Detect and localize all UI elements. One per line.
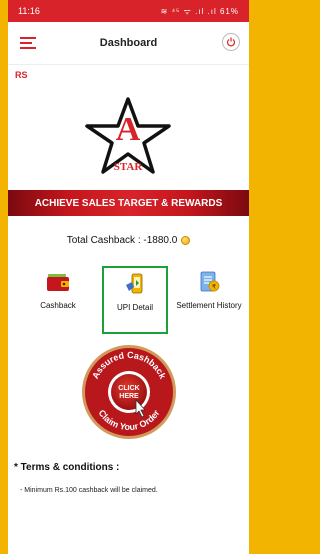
phone-screen: 11:16 ≋ ⁴⁵ ᯤ .ıl .ıl 61% Dashboard RS A … <box>8 0 249 554</box>
app-bar: Dashboard <box>8 22 249 65</box>
battery-level: 61% <box>219 6 239 16</box>
cta-center-line2: HERE <box>119 393 139 400</box>
achieve-banner: ACHIEVE SALES TARGET & REWARDS <box>8 190 249 216</box>
page-title: Dashboard <box>99 37 158 49</box>
svg-text:A: A <box>116 111 141 148</box>
wallet-icon <box>47 274 69 291</box>
coin-icon <box>181 235 191 245</box>
logo-text: STAR <box>114 161 144 173</box>
banner-text: ACHIEVE SALES TARGET & REWARDS <box>34 197 223 209</box>
signal-icons: ≋ ⁴⁵ ᯤ .ıl .ıl <box>160 6 217 16</box>
terms-item: - Minimum Rs.100 cashback will be claime… <box>20 487 158 494</box>
tile-settlement-history[interactable]: ₹ Settlement History <box>176 266 242 334</box>
upi-phone-icon <box>126 273 143 294</box>
receipt-icon: ₹ <box>200 271 220 292</box>
menu-icon[interactable] <box>20 36 36 50</box>
tile-label: Settlement History <box>176 301 242 310</box>
status-icons: ≋ ⁴⁵ ᯤ .ıl .ıl 61% <box>161 6 239 17</box>
terms-title: * Terms & conditions : <box>14 462 120 473</box>
total-cashback-label: Total Cashback : -1880.0 <box>66 234 178 246</box>
tile-label: Cashback <box>40 301 76 310</box>
power-icon[interactable] <box>222 33 240 51</box>
tile-label: UPI Detail <box>116 303 153 312</box>
total-cashback: Total Cashback : -1880.0 <box>8 232 249 248</box>
tile-upi-detail[interactable]: UPI Detail <box>102 266 168 334</box>
status-bar: 11:16 ≋ ⁴⁵ ᯤ .ıl .ıl 61% <box>8 0 249 22</box>
brand-small-logo: RS <box>15 70 28 80</box>
cta-center-line1: CLICK <box>118 385 139 392</box>
claim-cashback-button[interactable]: Assured Cashback Claim Your Order CLICK … <box>81 344 177 440</box>
status-time: 11:16 <box>18 6 40 16</box>
svg-text:₹: ₹ <box>212 284 216 291</box>
star-logo: A STAR <box>85 97 171 174</box>
tile-cashback[interactable]: Cashback <box>25 266 91 334</box>
